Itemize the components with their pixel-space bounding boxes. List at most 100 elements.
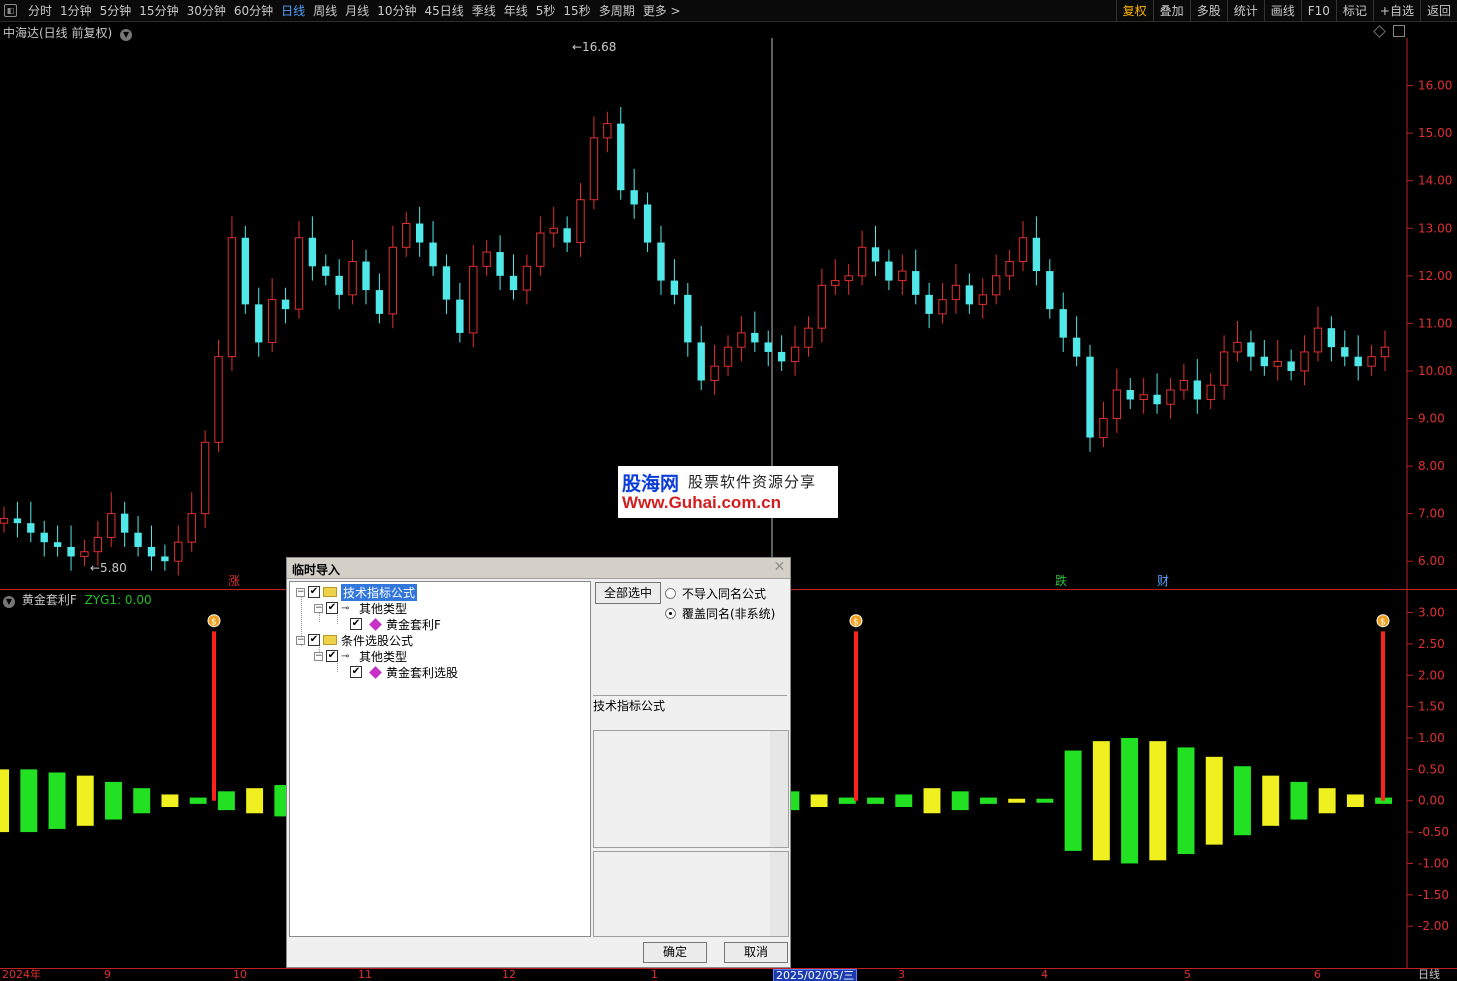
radio-overwrite[interactable]: 覆盖同名(非系统) [665,605,775,621]
candle [1354,335,1362,381]
candle [1380,330,1390,371]
candle [147,525,156,571]
tree-label: 黄金套利F [386,617,441,632]
candle [603,111,612,153]
collapse-icon[interactable]: − [296,635,305,645]
radio-label: 不导入同名公式 [682,586,767,601]
formula-description-box[interactable] [593,730,789,848]
candle [134,516,142,557]
candle [429,221,437,276]
svg-text:$: $ [853,618,859,628]
dialog-titlebar[interactable]: 临时导入 ✕ [287,558,790,579]
candle [1059,292,1067,352]
radio-icon[interactable] [665,607,676,619]
indicator-tick-label: -0.50 [1418,825,1449,839]
collapse-icon[interactable]: − [296,587,305,597]
candle [549,206,558,248]
date-label: 2025/02/05/三 [773,969,858,981]
indicator-bar [1121,738,1139,864]
candle [1005,249,1014,291]
cancel-button[interactable]: 取消 [724,942,788,963]
candle [241,225,250,314]
checkbox-other-type-2[interactable]: ✔ [326,650,338,662]
candle [751,311,759,352]
candle [281,287,290,324]
candle [1072,316,1081,367]
tree-node-tech-formula[interactable]: − ✔ 技术指标公式 [296,583,418,601]
candle [589,116,599,210]
checkbox-golden-arb-select[interactable]: ✔ [350,666,362,678]
candle [13,501,22,538]
tree-label: 条件选股公式 [341,633,414,648]
indicator-bar [246,788,264,814]
candle [1233,321,1242,362]
price-tick-label: 7.00 [1418,507,1445,521]
candle [991,254,1001,305]
indicator-bar [76,775,94,826]
candle [670,259,679,305]
formula-detail-box[interactable] [593,851,789,937]
key-icon: ⊸ [341,602,350,614]
indicator-bar [895,794,913,807]
candle [0,506,9,533]
candle [322,254,330,286]
candle [965,273,974,314]
checkbox-other-type[interactable]: ✔ [326,602,338,614]
collapse-icon[interactable]: − [314,651,323,661]
candle [764,330,772,367]
radio-icon[interactable] [665,587,676,599]
low-price-marker: ←5.80 [90,561,127,575]
money-bag-icon: $ [1376,614,1390,801]
indicator-bar [810,794,828,807]
key-icon: ⊸ [341,650,350,662]
candle [857,230,867,286]
indicator-bar [951,791,969,811]
price-tick-label: 10.00 [1418,364,1452,378]
ok-button[interactable]: 确定 [643,942,707,963]
candle [777,335,786,371]
formula-type-label: 技术指标公式 [593,695,787,727]
indicator-bar [1092,741,1110,861]
tree-node-golden-arb-f[interactable]: ✔ 黄金套利F [350,616,441,632]
candle [1341,330,1349,367]
candle [1099,401,1108,448]
select-all-button[interactable]: 全部选中 [595,582,661,604]
tree-label: 黄金套利选股 [386,665,459,680]
indicator-bar [838,797,856,804]
collapse-icon[interactable]: − [314,603,323,613]
candle [187,492,196,552]
candle [1327,316,1336,362]
indicator-bar [1064,750,1082,851]
indicator-bar [1036,798,1054,803]
checkbox-stock-selection[interactable]: ✔ [308,634,320,646]
candle [496,235,504,291]
indicator-bar [1149,741,1167,861]
indicator-tick-label: 0.50 [1418,762,1445,776]
tree-label: 其他类型 [359,649,408,664]
date-label: 3 [898,968,905,981]
indicator-bar [1262,775,1280,826]
tree-node-stock-selection[interactable]: − ✔ 条件选股公式 [296,632,413,648]
tree-node-golden-arb-select[interactable]: ✔ 黄金套利选股 [350,664,458,680]
checkbox-tech-formula[interactable]: ✔ [308,586,320,598]
tree-node-other-type[interactable]: − ✔ ⊸ 其他类型 [314,600,407,616]
candle [522,254,532,305]
tree-node-other-type-2[interactable]: − ✔ ⊸ 其他类型 [314,648,407,664]
indicator-bar [133,788,151,814]
event-label-down[interactable]: 跌 [1055,573,1067,588]
event-label-up[interactable]: 涨 [228,573,240,588]
indicator-tick-label: 1.00 [1418,731,1445,745]
candle [40,520,48,557]
indicator-bar [1318,788,1336,814]
date-label: 5 [1184,968,1191,981]
candle [1219,335,1229,400]
candle [643,192,652,253]
high-price-marker: ←16.68 [572,40,616,54]
candle [67,525,75,571]
candle [1179,363,1189,400]
close-icon[interactable]: ✕ [772,560,787,575]
candle [335,259,343,310]
event-label-finance[interactable]: 财 [1157,574,1169,588]
radio-skip-duplicates[interactable]: 不导入同名公式 [665,585,766,601]
checkbox-golden-arb-f[interactable]: ✔ [350,618,362,630]
